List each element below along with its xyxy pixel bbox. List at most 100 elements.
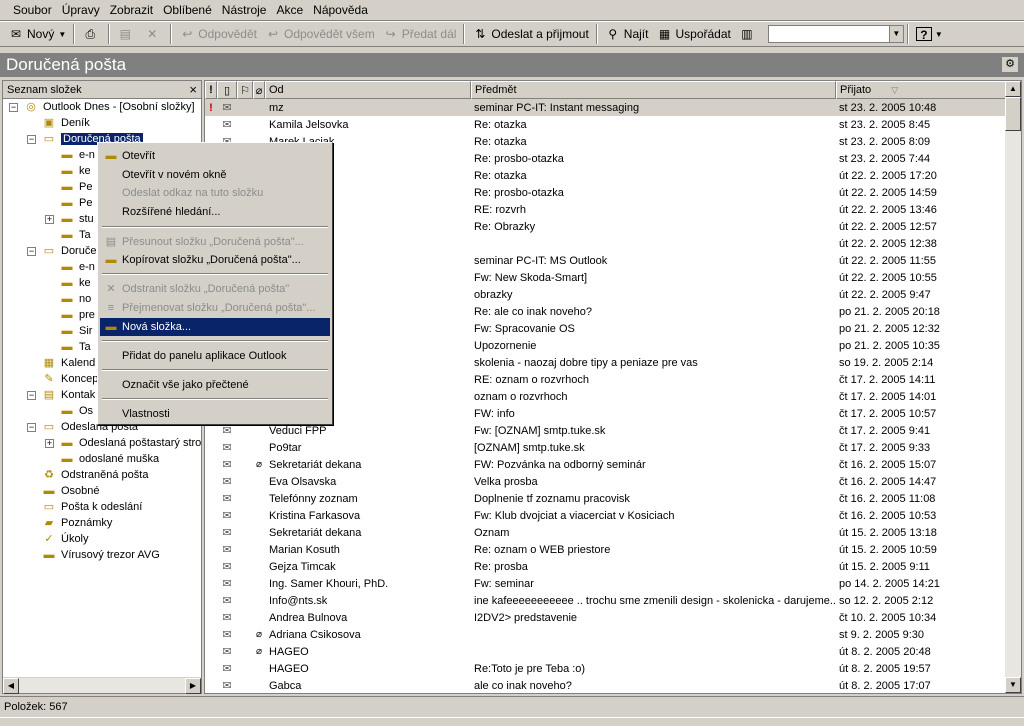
folder-item[interactable]: ▬ odoslané muška [59,451,160,467]
menu-napoveda[interactable]: Nápověda [308,3,373,17]
message-row[interactable]: ✉ Kristina Farkasova Fw: Klub dvojciat a v… [205,507,1007,524]
message-row[interactable]: ✉ Eva Olsavska Velka prosba čt 16. 2. 2005 … [205,473,1007,490]
folder-item[interactable]: ▬ stu [59,211,94,227]
collapse-icon[interactable]: − [27,247,36,256]
folder-horizontal-scrollbar[interactable]: ◀ ▶ [3,677,201,694]
message-row[interactable]: ✉ ⌀ Sekretariát dekana FW: Pozvánka na odbo… [205,456,1007,473]
scroll-right-icon[interactable]: ▶ [185,678,201,694]
close-icon[interactable]: × [189,82,197,97]
folder-item[interactable]: ▬ Odeslaná poštastarý stro [59,435,202,451]
attachment-column-header[interactable]: ⌀ [253,81,265,99]
context-menu-item[interactable]: Označit vše jako přečtené [100,376,330,394]
context-menu-item[interactable]: ▬ Kopírovat složku „Doručená pošta"... [100,251,330,269]
message-row[interactable]: ✉ Gabca ale co inak noveho? út 8. 2. 2005 1… [205,677,1007,693]
received-column-header[interactable]: Přijato ▽ [836,81,1007,99]
forward-button[interactable]: ↪ Předat dál [379,23,461,45]
context-menu-item[interactable]: Rozšířené hledání... [100,203,330,221]
folder-item[interactable]: ▬ e-n [59,147,95,163]
folder-item[interactable]: ▬ Osobné [41,483,100,499]
folder-item[interactable]: ▰ Poznámky [41,515,113,531]
message-row[interactable]: ✉ Telefónny zoznam Doplnenie tf zoznamu pr… [205,490,1007,507]
folder-item[interactable]: ✎ Koncep [41,371,98,387]
message-row[interactable]: ✉ ⌀ HAGEO út 8. 2. 2005 20:48 [205,643,1007,660]
menu-soubor[interactable]: Soubor [8,3,57,17]
folder-item[interactable]: ◎ Outlook Dnes - [Osobní složky] [23,99,194,115]
help-button[interactable]: ? ▼ [912,23,947,45]
context-menu-item[interactable]: ▬ Otevřít [100,147,330,165]
folder-item[interactable]: ▤ Kontak [41,387,95,403]
collapse-icon[interactable]: − [27,423,36,432]
folder-item[interactable]: ▬ pre [59,307,95,323]
folder-item[interactable]: ✓ Úkoly [41,531,88,547]
folder-item[interactable]: ▬ ke [59,163,91,179]
reply-all-button[interactable]: ↩ Odpovědět všem [261,23,379,45]
context-menu-item[interactable]: ▬ Nová složka... [100,318,330,336]
message-row[interactable]: ✉ Marian Kosuth Re: oznam o WEB priestore ú… [205,541,1007,558]
scroll-thumb[interactable] [1005,97,1021,131]
folder-item[interactable]: ♻ Odstraněná pošta [41,467,148,483]
reply-button[interactable]: ↩ Odpovědět [175,23,261,45]
collapse-icon[interactable]: − [9,103,18,112]
scroll-left-icon[interactable]: ◀ [3,678,19,694]
menu-zobrazit[interactable]: Zobrazit [105,3,158,17]
expand-icon[interactable]: + [45,215,54,224]
message-row[interactable]: ✉ Ing. Samer Khouri, PhD. Fw: seminar po 14… [205,575,1007,592]
folder-item[interactable]: ▬ Sir [59,323,93,339]
folder-item[interactable]: ▬ Pe [59,195,93,211]
menu-nastroje[interactable]: Nástroje [217,3,272,17]
message-row[interactable]: ✉ Gejza Timcak Re: prosba út 15. 2. 2005 9… [205,558,1007,575]
message-row[interactable]: ! ✉ mz seminar PC-IT: Instant messaging st 2… [205,99,1007,116]
folder-item[interactable]: ▬ ke [59,275,91,291]
message-row[interactable]: ✉ Sekretariát dekana Oznam út 15. 2. 2005 1… [205,524,1007,541]
context-menu-item[interactable]: ≡ Přejmenovat složku „Doručená pošta"... [100,299,330,317]
folder-item[interactable]: ▬ Os [59,403,94,419]
flag-column-header[interactable]: ⚐ [237,81,253,99]
delete-button[interactable]: ✕ [140,23,167,45]
collapse-icon[interactable]: − [27,391,36,400]
folder-item[interactable]: ▬ Ta [59,339,91,355]
scroll-down-icon[interactable]: ▼ [1005,677,1021,693]
importance-column-header[interactable]: ! [205,81,217,99]
move-button[interactable]: ▤ [113,23,140,45]
message-row[interactable]: ✉ Info@nts.sk ine kafeeeeeeeeeee .. trochu… [205,592,1007,609]
menu-upravy[interactable]: Úpravy [57,3,105,17]
folder-item[interactable]: ▬ Pe [59,179,93,195]
subject-column-header[interactable]: Předmět [471,81,836,99]
folder-item[interactable]: ▬ e-n [59,259,95,275]
find-button[interactable]: ⚲ Najít [601,23,653,45]
folder-item[interactable]: ▣ Deník [41,115,90,131]
icon-column-header[interactable]: ▯ [217,81,237,99]
context-menu-item[interactable]: Přidat do panelu aplikace Outlook [100,347,330,365]
folder-item[interactable]: ▦ Kalend [41,355,95,371]
from-column-header[interactable]: Od [265,81,471,99]
menu-akce[interactable]: Akce [271,3,308,17]
folder-options-icon[interactable]: ⚙ [1002,57,1018,72]
folder-item[interactable]: ▬ Vírusový trezor AVG [41,547,160,563]
send-receive-button[interactable]: ⇅ Odeslat a přijmout [468,23,592,45]
organize-button[interactable]: ▦ Uspořádat [652,23,734,45]
context-menu-item[interactable]: Odeslat odkaz na tuto složku [100,184,330,202]
folder-item[interactable]: ▬ Ta [59,227,91,243]
message-row[interactable]: ✉ Kamila Jelsovka Re: otazka st 23. 2. 2005… [205,116,1007,133]
folder-item[interactable]: ▭ Doruče [41,243,97,259]
context-menu-item[interactable]: ▤ Přesunout složku „Doručená pošta"... [100,233,330,251]
folder-item[interactable]: ▭ Pošta k odeslání [41,499,143,515]
context-menu-item[interactable]: Vlastnosti [100,405,330,423]
print-button[interactable]: ⎙ [78,23,105,45]
new-button[interactable]: ✉ Nový ▼ [4,23,70,45]
message-row[interactable]: ✉ ⌀ Adriana Csikosova st 9. 2. 2005 9:30 [205,626,1007,643]
scroll-up-icon[interactable]: ▲ [1005,81,1021,97]
message-row[interactable]: ✉ Po9tar [OZNAM] smtp.tuke.sk čt 17. 2. 200… [205,439,1007,456]
message-row[interactable]: ✉ Andrea Bulnova I2DV2> predstavenie čt 10.… [205,609,1007,626]
menu-oblibene[interactable]: Oblíbené [158,3,217,17]
chevron-down-icon[interactable]: ▼ [935,30,943,39]
chevron-down-icon[interactable]: ▼ [888,26,903,42]
expand-icon[interactable]: + [45,439,54,448]
context-menu-item[interactable]: Otevřít v novém okně [100,166,330,184]
folder-item[interactable]: ▬ no [59,291,92,307]
chevron-down-icon[interactable]: ▼ [58,30,66,39]
message-vertical-scrollbar[interactable]: ▲ ▼ [1005,81,1021,693]
collapse-icon[interactable]: − [27,135,36,144]
contact-search-input[interactable]: ▼ [767,25,904,43]
context-menu-item[interactable]: ✕ Odstranit složku „Doručená pošta" [100,280,330,298]
